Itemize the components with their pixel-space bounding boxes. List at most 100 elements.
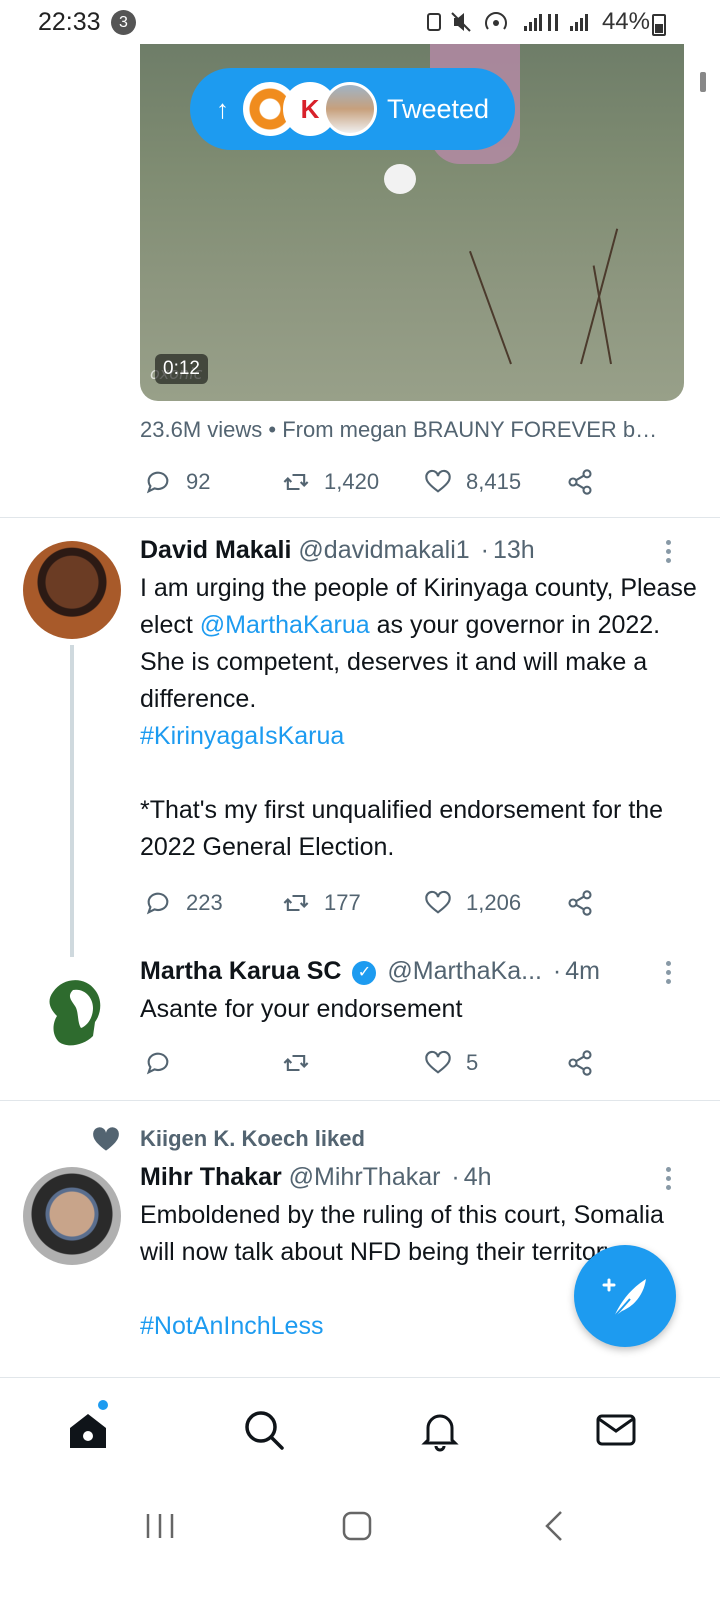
status-icons bbox=[427, 12, 588, 32]
back-button[interactable] bbox=[535, 1506, 575, 1546]
mail-icon bbox=[596, 1414, 636, 1446]
tweet-header: Mihr Thakar @MihrThakar · 4h bbox=[140, 1163, 492, 1192]
like-count: 1,206 bbox=[466, 890, 522, 915]
share-icon bbox=[568, 469, 592, 495]
video-twig bbox=[469, 250, 512, 365]
retweet-icon bbox=[283, 473, 309, 491]
avatar-martha-karua[interactable] bbox=[23, 962, 121, 1060]
retweet-icon bbox=[283, 1054, 309, 1072]
retweet-button[interactable]: 1,420 bbox=[282, 462, 379, 502]
heart-icon bbox=[425, 1050, 451, 1074]
status-bar: 22:33 3 44% bbox=[0, 0, 720, 44]
home-icon bbox=[70, 1414, 106, 1448]
battery-icon bbox=[652, 14, 666, 36]
reply-icon bbox=[146, 1052, 169, 1075]
tweet-text-part: *That's my first unqualified endorsement… bbox=[140, 796, 664, 861]
more-options-icon[interactable] bbox=[660, 961, 676, 987]
tweet-header: David Makali @davidmakali1 · 13h bbox=[140, 536, 535, 565]
social-context: Kiigen K. Koech liked bbox=[92, 1124, 365, 1154]
hashtag-link[interactable]: #NotAnInchLess bbox=[140, 1312, 323, 1340]
thread-line bbox=[70, 645, 74, 957]
share-icon bbox=[568, 1050, 592, 1076]
scrollbar-thumb[interactable] bbox=[700, 72, 706, 92]
home-system-button[interactable] bbox=[337, 1506, 377, 1546]
liked-by-text[interactable]: Kiigen K. Koech liked bbox=[140, 1126, 365, 1152]
mention-link[interactable]: @MarthaKarua bbox=[200, 611, 370, 639]
nav-search[interactable] bbox=[242, 1408, 286, 1452]
author-name[interactable]: Martha Karua SC bbox=[140, 957, 341, 985]
reply-button[interactable]: 92 bbox=[144, 462, 210, 502]
retweet-count: 177 bbox=[324, 890, 361, 915]
video-duration: 0:12 bbox=[155, 354, 208, 384]
hashtag-link[interactable]: #KirinyagaIsKarua bbox=[140, 722, 344, 750]
new-tweets-pill[interactable]: ↑ K Tweeted bbox=[190, 68, 515, 150]
author-name[interactable]: David Makali bbox=[140, 536, 291, 564]
author-name[interactable]: Mihr Thakar bbox=[140, 1163, 282, 1191]
verified-badge-icon: ✓ bbox=[352, 961, 377, 985]
tweet-time: 4h bbox=[463, 1163, 492, 1191]
like-button[interactable]: 5 bbox=[424, 1043, 478, 1083]
avatar-david-makali[interactable] bbox=[23, 541, 121, 639]
reply-button[interactable]: 223 bbox=[144, 883, 223, 923]
tweet-actions: 92 1,420 8,415 bbox=[140, 462, 610, 502]
views-and-source: 23.6M views • From megan BRAUNY FOREVER … bbox=[140, 417, 658, 442]
notification-count-badge: 3 bbox=[111, 10, 136, 35]
home-square-icon bbox=[342, 1511, 372, 1541]
bell-icon bbox=[421, 1414, 459, 1452]
reply-count: 223 bbox=[186, 890, 223, 915]
pill-label: Tweeted bbox=[387, 93, 490, 124]
more-options-icon[interactable] bbox=[660, 540, 676, 566]
divider bbox=[0, 1100, 720, 1101]
separator-dot: · bbox=[480, 536, 489, 564]
retweet-button[interactable]: 177 bbox=[282, 883, 361, 923]
like-button[interactable]: 8,415 bbox=[424, 462, 521, 502]
author-handle[interactable]: @davidmakali1 bbox=[298, 536, 469, 564]
tweet-time: 4m bbox=[565, 957, 600, 985]
video-ball bbox=[384, 164, 416, 194]
status-time: 22:33 bbox=[38, 8, 101, 36]
retweet-count: 1,420 bbox=[324, 469, 380, 494]
arrow-up-icon: ↑ bbox=[216, 93, 229, 124]
tweet-time: 13h bbox=[492, 536, 535, 564]
nav-messages[interactable] bbox=[594, 1408, 638, 1452]
like-button[interactable]: 1,206 bbox=[424, 883, 521, 923]
author-handle[interactable]: @MarthaKa... bbox=[387, 957, 542, 985]
share-button[interactable] bbox=[566, 1043, 594, 1083]
search-icon bbox=[245, 1411, 284, 1450]
reply-count: 92 bbox=[186, 469, 211, 494]
retweet-icon bbox=[283, 894, 309, 912]
share-icon bbox=[568, 890, 592, 916]
share-button[interactable] bbox=[566, 462, 594, 502]
heart-icon bbox=[425, 890, 451, 914]
martha-logo-icon bbox=[49, 980, 101, 1046]
compose-icon bbox=[602, 1278, 646, 1318]
tweet-actions: 5 bbox=[140, 1043, 610, 1083]
heart-icon bbox=[425, 469, 451, 493]
reply-button[interactable] bbox=[144, 1043, 172, 1083]
battery-percent: 44% bbox=[601, 8, 650, 35]
home-unread-dot bbox=[98, 1400, 108, 1410]
nav-notifications[interactable] bbox=[418, 1408, 462, 1452]
reply-icon bbox=[146, 892, 169, 915]
share-button[interactable] bbox=[566, 883, 594, 923]
pill-avatar bbox=[323, 82, 377, 136]
like-count: 5 bbox=[466, 1050, 479, 1075]
tweet-actions: 223 177 1,206 bbox=[140, 883, 610, 923]
heart-filled-icon bbox=[93, 1127, 119, 1151]
bottom-navigation bbox=[0, 1377, 720, 1482]
avatar-mihr-thakar[interactable] bbox=[23, 1167, 121, 1265]
tweet-text: I am urging the people of Kirinyaga coun… bbox=[140, 570, 700, 866]
back-icon bbox=[545, 1511, 562, 1541]
author-handle[interactable]: @MihrThakar bbox=[289, 1163, 441, 1191]
tweet-header: Martha Karua SC ✓ @MarthaKa... · 4m bbox=[140, 957, 600, 986]
separator-dot: · bbox=[552, 957, 562, 985]
separator-dot: · bbox=[451, 1163, 460, 1191]
system-navigation bbox=[0, 1482, 720, 1600]
recent-apps-button[interactable] bbox=[140, 1506, 180, 1546]
reply-icon bbox=[146, 471, 169, 494]
more-options-icon[interactable] bbox=[660, 1167, 676, 1193]
retweet-button[interactable] bbox=[282, 1043, 310, 1083]
tweet-text-part: Emboldened by the ruling of this court, … bbox=[140, 1201, 664, 1266]
compose-tweet-button[interactable] bbox=[574, 1245, 676, 1347]
nav-home[interactable] bbox=[66, 1408, 110, 1452]
